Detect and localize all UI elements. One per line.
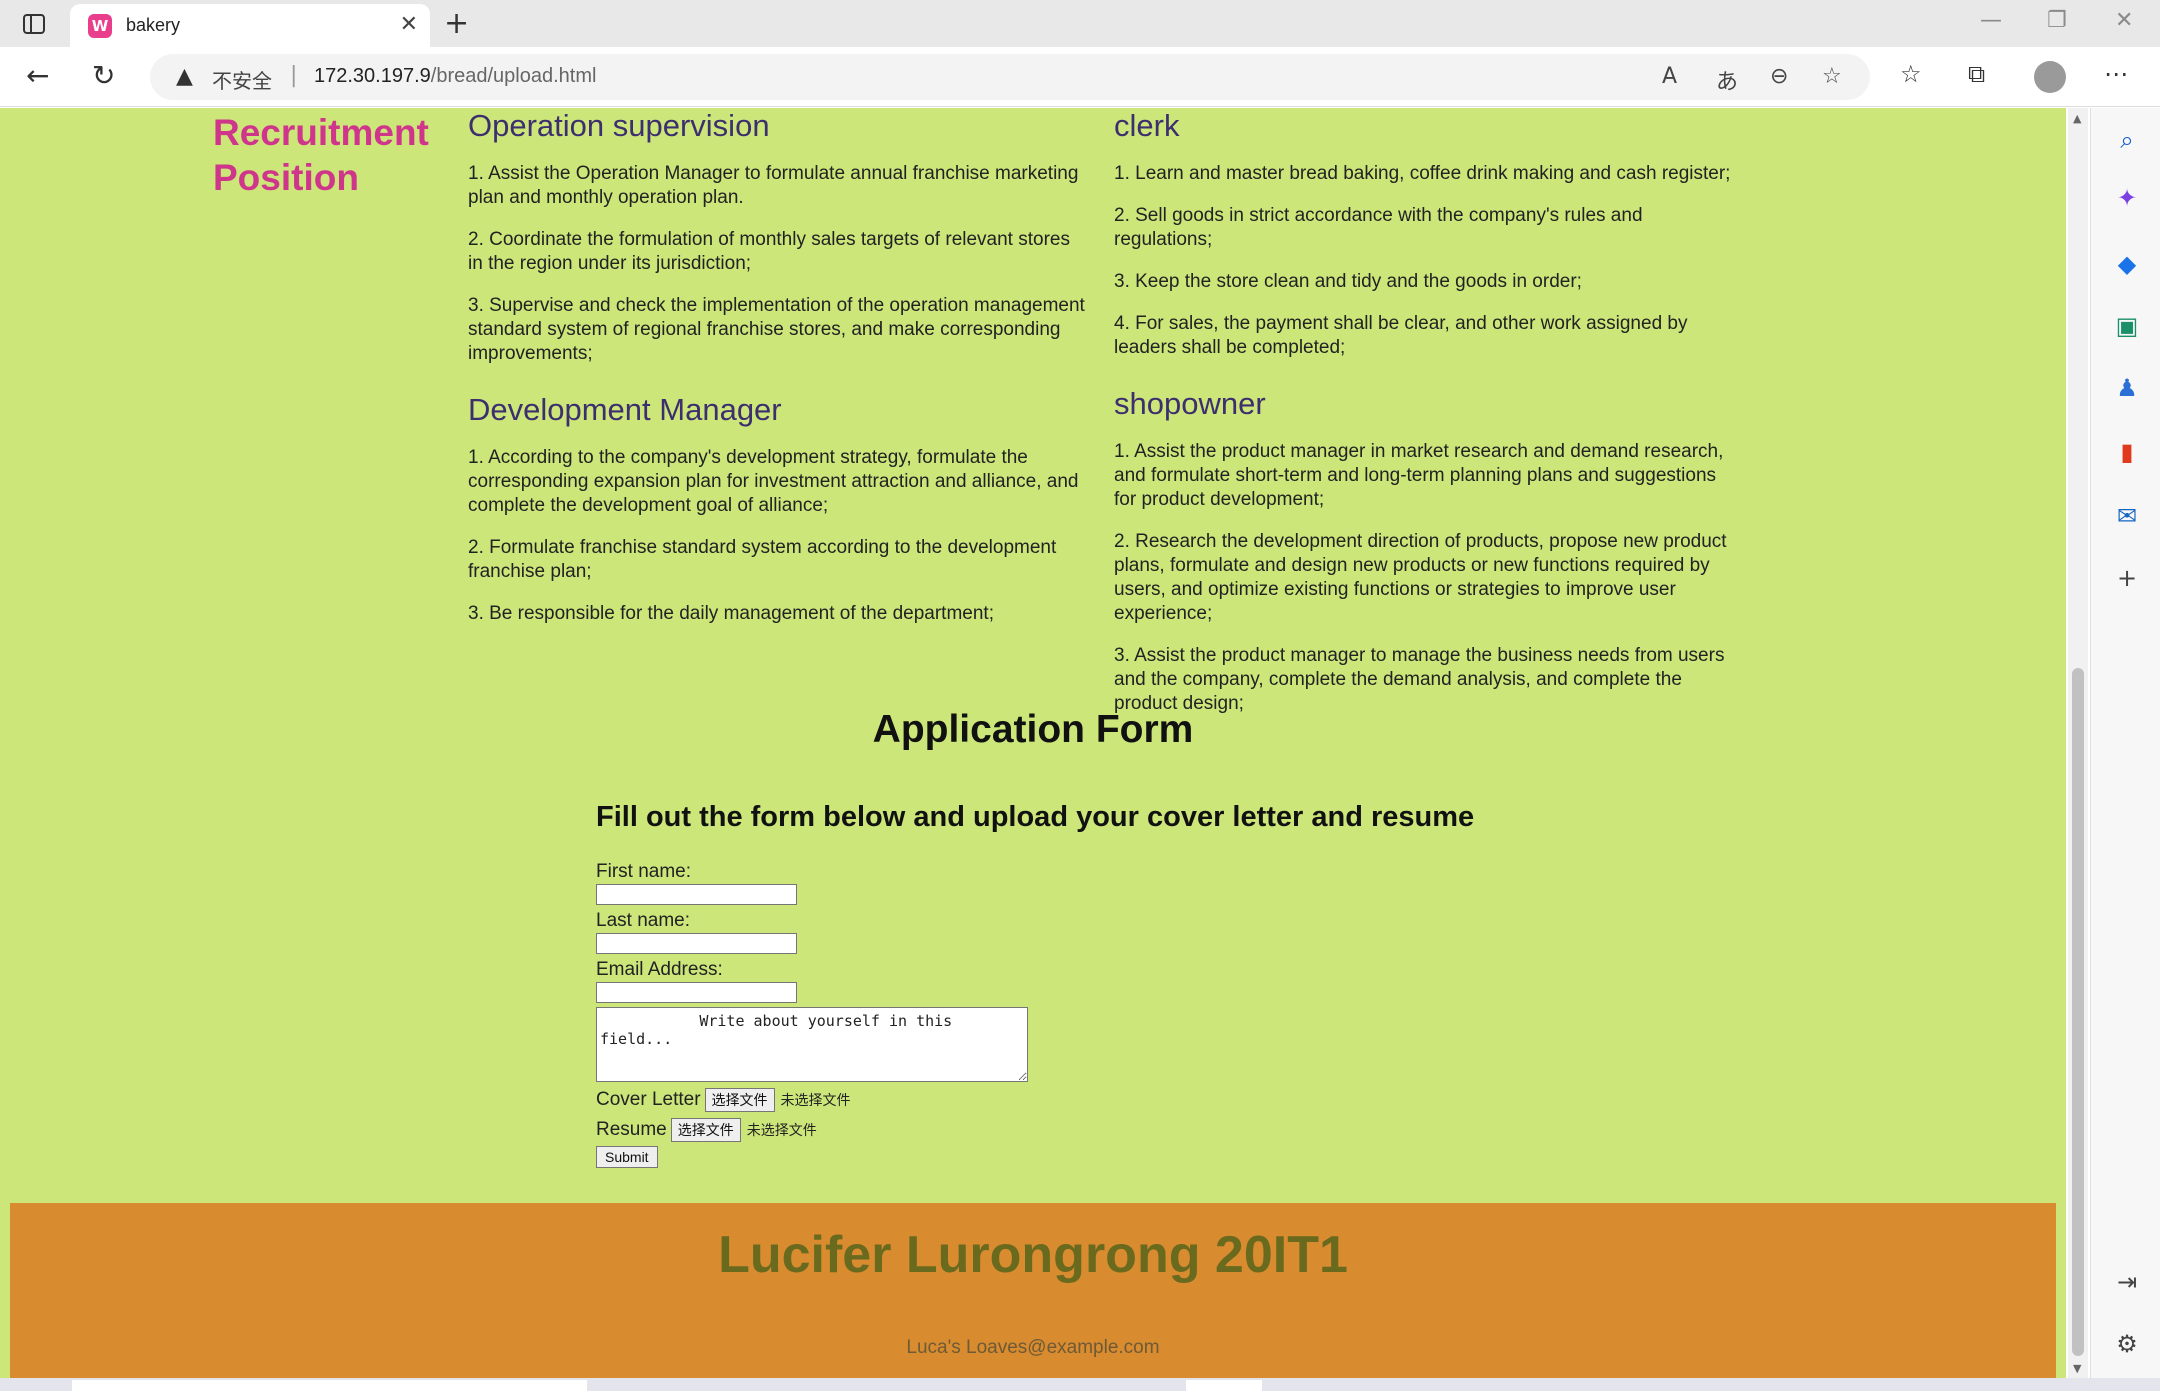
resume-choose-button[interactable]: 选择文件 xyxy=(670,1118,741,1142)
warning-icon: ▲ xyxy=(176,64,193,89)
url-path: /bread/upload.html xyxy=(430,65,597,87)
add-favorite-icon[interactable]: ☆ xyxy=(1822,64,1842,89)
job-clerk: clerk 1. Learn and master bread baking, … xyxy=(1114,108,1734,360)
games-icon[interactable]: ♟ xyxy=(2113,374,2141,402)
job-operation-supervision: Operation supervision 1. Assist the Oper… xyxy=(468,108,1088,366)
job-duty: 3. Be responsible for the daily manageme… xyxy=(468,603,994,624)
last-name-label: Last name: xyxy=(596,910,690,931)
profile-avatar[interactable] xyxy=(2034,61,2066,93)
taskbar-item[interactable] xyxy=(72,1380,587,1391)
job-title: Operation supervision xyxy=(468,108,770,143)
new-tab-icon[interactable]: + xyxy=(444,6,469,41)
recruitment-title: Recruitment Position xyxy=(213,112,429,198)
scroll-down-icon[interactable]: ▼ xyxy=(2073,1362,2081,1375)
add-sidebar-app-icon[interactable]: + xyxy=(2113,564,2141,592)
translate-icon[interactable]: あ xyxy=(1716,64,1738,96)
page-scrollbar[interactable]: ▲ ▼ xyxy=(2068,108,2088,1378)
application-form-subtitle: Fill out the form below and upload your … xyxy=(596,801,1475,833)
first-name-label: First name: xyxy=(596,861,692,882)
settings-gear-icon[interactable]: ⚙ xyxy=(2113,1330,2141,1358)
job-shopowner: shopowner 1. Assist the product manager … xyxy=(1114,386,1734,716)
job-title: Development Manager xyxy=(468,392,782,427)
first-name-input[interactable] xyxy=(596,884,797,905)
cover-letter-status: 未选择文件 xyxy=(780,1092,851,1108)
collections-icon[interactable]: ⧉ xyxy=(1968,60,1985,88)
restore-icon[interactable]: ❐ xyxy=(2047,8,2067,33)
scroll-thumb[interactable] xyxy=(2072,668,2084,1356)
submit-button[interactable]: Submit xyxy=(596,1146,658,1168)
cover-letter-label: Cover Letter xyxy=(596,1089,701,1110)
resume-row: Resume 选择文件 未选择文件 xyxy=(596,1118,1028,1142)
office-icon[interactable]: ▮ xyxy=(2113,438,2141,466)
copilot-icon[interactable]: ✦ xyxy=(2113,184,2141,212)
tab-actions-icon[interactable] xyxy=(22,12,46,36)
active-tab[interactable]: W bakery ✕ xyxy=(70,4,430,47)
job-duty: 1. According to the company's developmen… xyxy=(468,447,1079,516)
outlook-icon[interactable]: ✉ xyxy=(2113,502,2141,530)
scroll-up-icon[interactable]: ▲ xyxy=(2073,112,2081,125)
read-aloud-icon[interactable]: A xyxy=(1662,64,1677,89)
resume-label: Resume xyxy=(596,1119,667,1140)
job-duty: 2. Coordinate the formulation of monthly… xyxy=(468,229,1070,274)
shopping-tag-icon[interactable]: ◆ xyxy=(2113,250,2141,278)
job-duty: 1. Learn and master bread baking, coffee… xyxy=(1114,163,1731,184)
resume-status: 未选择文件 xyxy=(746,1122,817,1138)
email-label: Email Address: xyxy=(596,959,723,980)
application-form: First name: Last name: Email Address: Wr… xyxy=(596,860,1028,1168)
taskbar xyxy=(0,1378,2160,1391)
job-duty: 3. Supervise and check the implementatio… xyxy=(468,295,1085,364)
tab-title: bakery xyxy=(126,15,181,35)
address-bar: ← ↻ ▲ 不安全 | 172.30.197.9/bread/upload.ht… xyxy=(0,47,2160,107)
jobs-left-column: Operation supervision 1. Assist the Oper… xyxy=(468,108,1088,652)
footer-title: Lucifer Lurongrong 20IT1 xyxy=(718,1226,1348,1284)
job-development-manager: Development Manager 1. According to the … xyxy=(468,392,1088,626)
search-icon[interactable]: ⌕ xyxy=(2113,126,2141,154)
job-title: shopowner xyxy=(1114,386,1266,421)
last-name-input[interactable] xyxy=(596,933,797,954)
url-separator: | xyxy=(290,63,298,88)
job-duty: 2. Research the development direction of… xyxy=(1114,531,1727,624)
close-tab-icon[interactable]: ✕ xyxy=(400,12,418,37)
url-field[interactable]: ▲ 不安全 | 172.30.197.9/bread/upload.html A… xyxy=(150,54,1870,100)
url-host: 172.30.197.9 xyxy=(314,65,431,87)
more-menu-icon[interactable]: ⋯ xyxy=(2104,60,2128,88)
email-input[interactable] xyxy=(596,982,797,1003)
job-duty: 3. Assist the product manager to manage … xyxy=(1114,645,1725,714)
taskbar-item[interactable] xyxy=(1186,1380,1262,1391)
minimize-icon[interactable]: — xyxy=(1980,8,2002,33)
favorites-icon[interactable]: ☆ xyxy=(1900,60,1922,88)
back-icon[interactable]: ← xyxy=(26,59,49,92)
job-duty: 4. For sales, the payment shall be clear… xyxy=(1114,313,1688,358)
tab-bar: W bakery ✕ + — ❐ ✕ xyxy=(0,0,2160,47)
cover-letter-choose-button[interactable]: 选择文件 xyxy=(704,1088,775,1112)
site-favicon-icon: W xyxy=(88,14,112,38)
job-title: clerk xyxy=(1114,108,1180,143)
hide-sidebar-icon[interactable]: ⇥ xyxy=(2113,1268,2141,1296)
job-duty: 1. Assist the product manager in market … xyxy=(1114,441,1724,510)
footer-email[interactable]: Luca's Loaves@example.com xyxy=(10,1337,2056,1359)
tools-icon[interactable]: ▣ xyxy=(2113,312,2141,340)
job-duty: 2. Sell goods in strict accordance with … xyxy=(1114,205,1643,250)
footer: Lucifer Lurongrong 20IT1 Luca's Loaves@e… xyxy=(10,1203,2056,1378)
jobs-right-column: clerk 1. Learn and master bread baking, … xyxy=(1114,108,1734,742)
reload-icon[interactable]: ↻ xyxy=(92,59,115,92)
job-duty: 1. Assist the Operation Manager to formu… xyxy=(468,163,1079,208)
about-textarea[interactable]: Write about yourself in this field... xyxy=(596,1007,1028,1082)
insecure-label: 不安全 xyxy=(212,71,272,93)
cover-letter-row: Cover Letter 选择文件 未选择文件 xyxy=(596,1088,1028,1112)
edge-sidebar: ⌕ ✦ ◆ ▣ ♟ ▮ ✉ + ⇥ ⚙ xyxy=(2090,108,2160,1391)
window-close-icon[interactable]: ✕ xyxy=(2115,8,2133,33)
url-text: 172.30.197.9/bread/upload.html xyxy=(314,65,596,88)
page-content: Recruitment Position Operation supervisi… xyxy=(0,108,2066,1378)
job-duty: 2. Formulate franchise standard system a… xyxy=(468,537,1057,582)
zoom-out-icon[interactable]: ⊖ xyxy=(1770,64,1788,89)
job-duty: 3. Keep the store clean and tidy and the… xyxy=(1114,271,1582,292)
application-form-title: Application Form xyxy=(872,708,1194,751)
